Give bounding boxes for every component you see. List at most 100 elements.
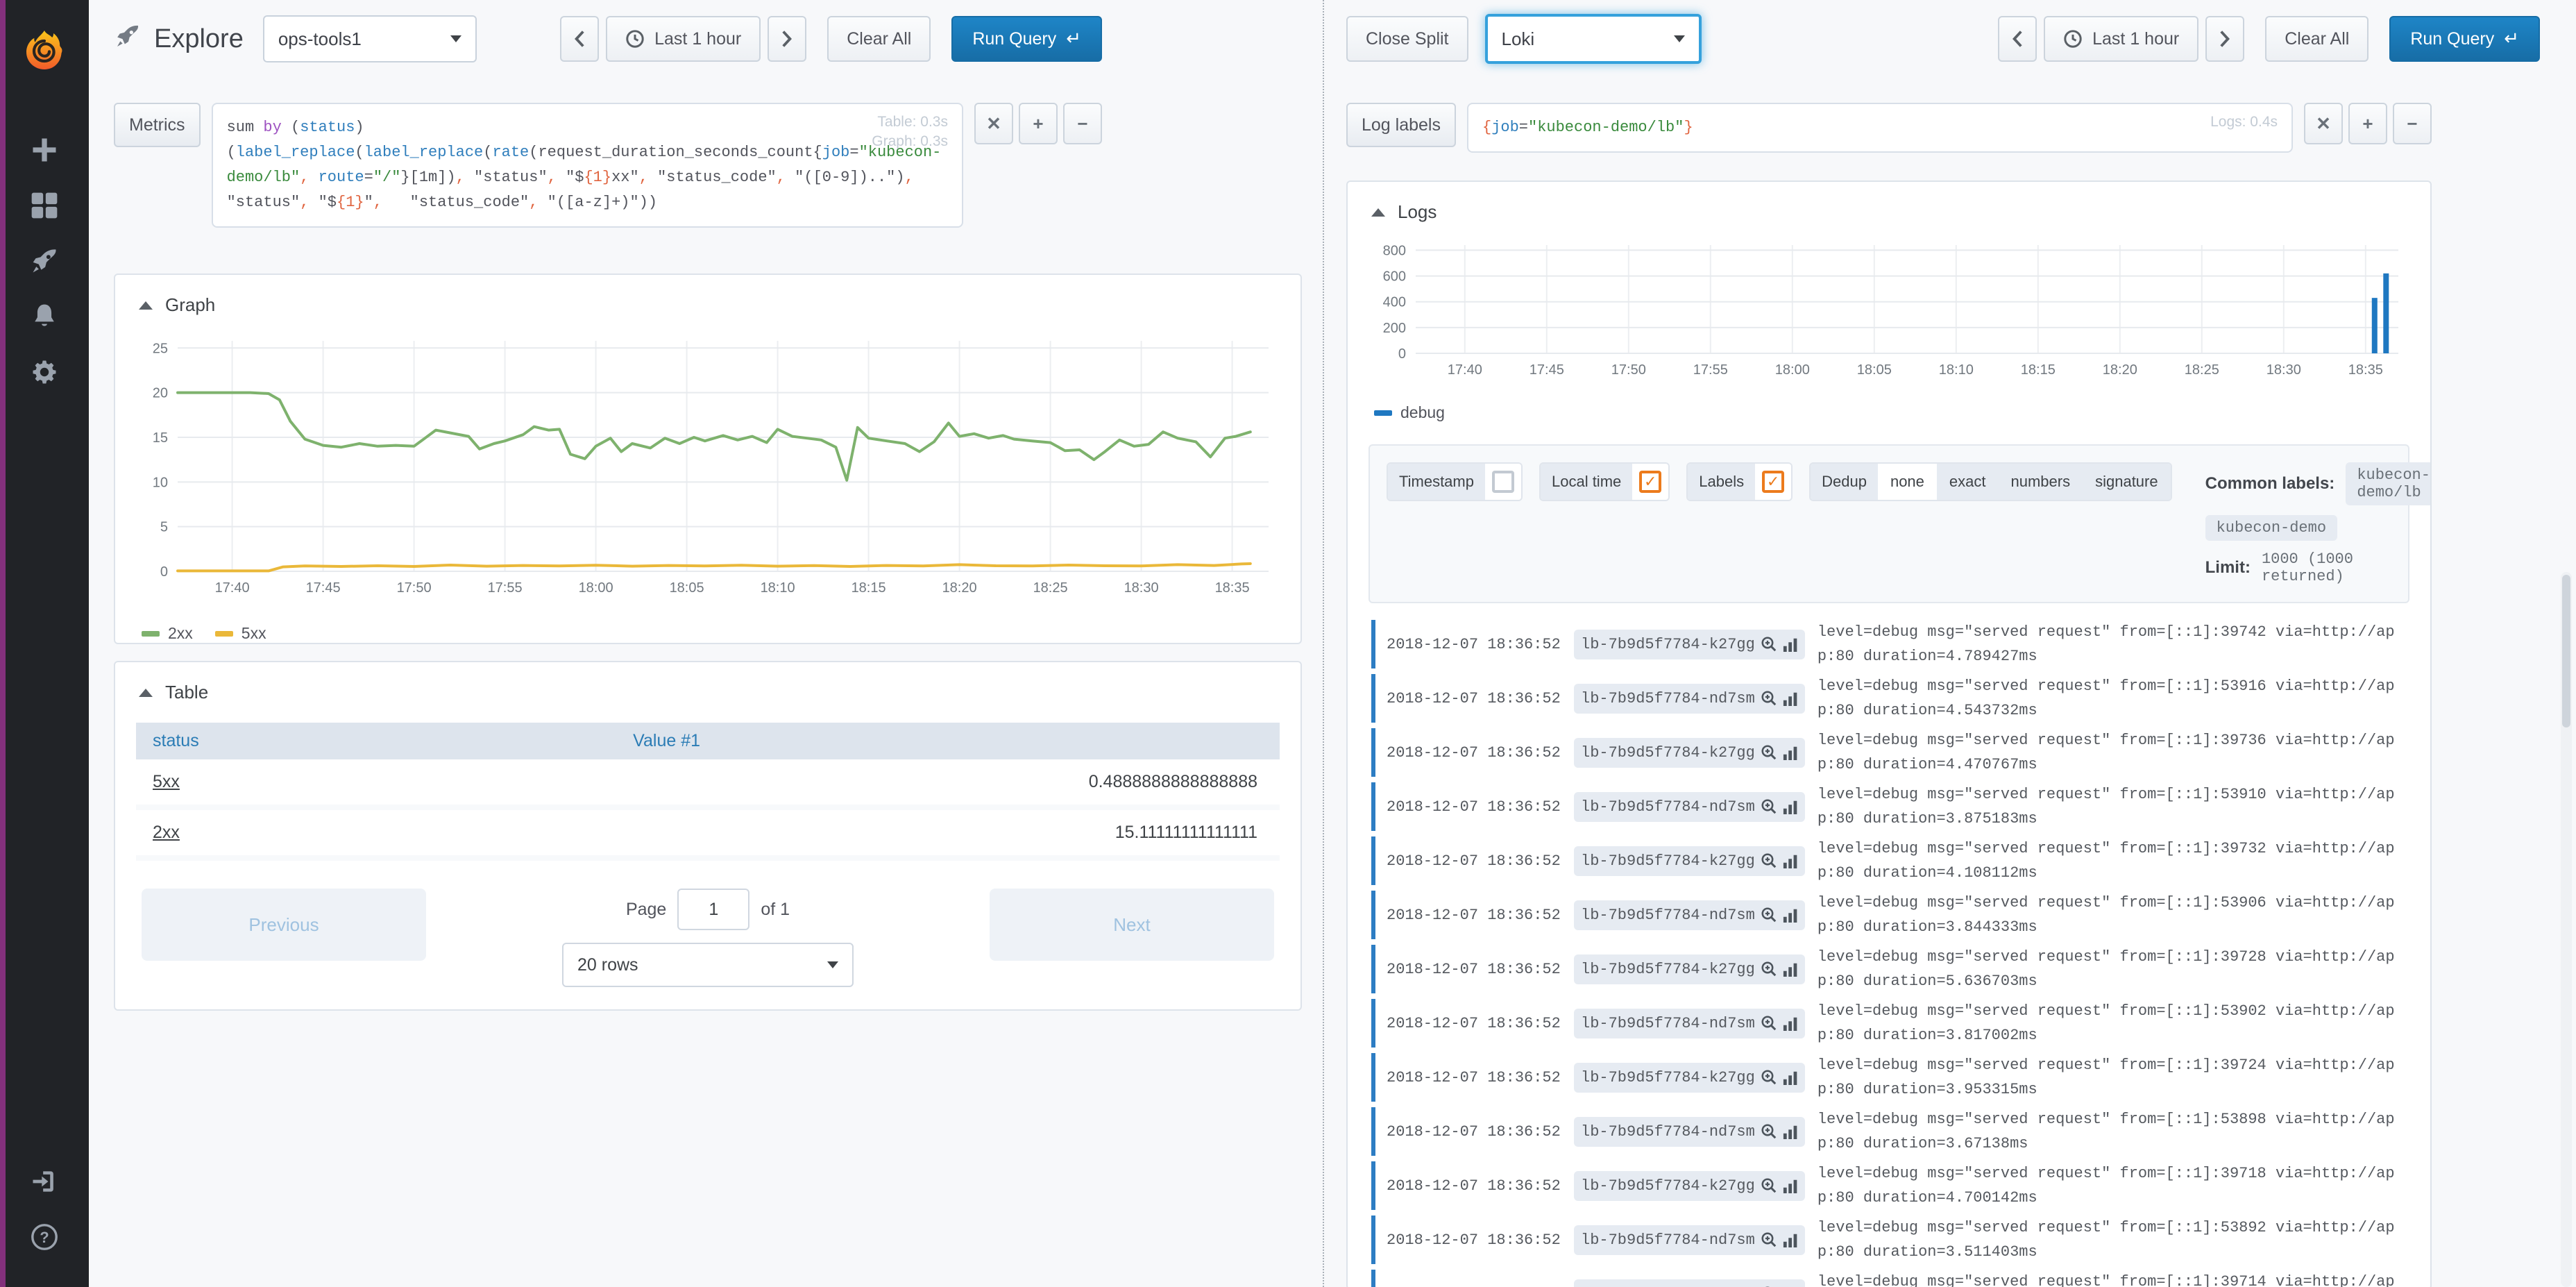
sidebar-item-create[interactable] (0, 125, 89, 180)
table-panel-header[interactable]: Table (136, 676, 1280, 717)
legend-item-debug[interactable]: debug (1374, 403, 1445, 422)
log-label-tag[interactable]: lb-7b9d5f7784-k27gg (1574, 630, 1805, 659)
add-query-button[interactable]: + (1019, 103, 1058, 144)
graph-panel-header[interactable]: Graph (136, 289, 1280, 330)
bar-chart-icon[interactable] (1783, 907, 1798, 923)
status-link[interactable]: 2xx (153, 823, 180, 842)
table-column-status[interactable]: status (136, 723, 616, 759)
bar-chart-icon[interactable] (1783, 1231, 1798, 1248)
bar-chart-icon[interactable] (1783, 1069, 1798, 1086)
zoom-in-icon[interactable] (1761, 907, 1777, 923)
logs-volume-chart[interactable]: 17:4017:4517:5017:5518:0018:0518:1018:15… (1368, 237, 2407, 387)
zoom-in-icon[interactable] (1761, 1177, 1777, 1194)
right-time-back-button[interactable] (1998, 16, 2037, 62)
zoom-in-icon[interactable] (1761, 636, 1777, 653)
legend-item-2xx[interactable]: 2xx (142, 624, 193, 643)
labels-toggle[interactable]: Labels ✓ (1686, 462, 1793, 501)
bar-chart-icon[interactable] (1783, 744, 1798, 761)
log-label-tag[interactable]: lb-7b9d5f7784-k27gg (1574, 1063, 1805, 1093)
dedup-option-numbers[interactable]: numbers (1999, 464, 2083, 500)
close-split-button[interactable]: Close Split (1346, 16, 1468, 62)
previous-page-button[interactable]: Previous (142, 889, 426, 961)
left-datasource-select[interactable]: ops-tools1 (263, 15, 477, 62)
log-label-tag[interactable]: lb-7b9d5f7784-nd7sm (1574, 1117, 1805, 1147)
zoom-in-icon[interactable] (1761, 744, 1777, 761)
dedup-option-exact[interactable]: exact (1937, 464, 1999, 500)
left-clear-all-button[interactable]: Clear All (827, 16, 931, 62)
log-label-tag[interactable]: lb-7b9d5f7784-nd7sm (1574, 684, 1805, 714)
bar-chart-icon[interactable] (1783, 961, 1798, 977)
next-page-button[interactable]: Next (990, 889, 1274, 961)
add-query-button[interactable]: + (2348, 103, 2387, 144)
log-label-tag[interactable]: lb-7b9d5f7784-k27gg (1574, 846, 1805, 876)
metrics-query-editor[interactable]: sum by (status)(label_replace(label_repl… (212, 103, 963, 228)
right-run-query-button[interactable]: Run Query ↵ (2389, 16, 2540, 62)
logs-panel-header[interactable]: Logs (1368, 196, 2409, 237)
logs-scrollbar[interactable] (2561, 572, 2572, 1287)
zoom-in-icon[interactable] (1761, 1069, 1777, 1086)
left-run-query-button[interactable]: Run Query ↵ (951, 16, 1102, 62)
sidebar-item-configuration[interactable] (0, 347, 89, 403)
table-column-value[interactable]: Value #1 (616, 723, 1280, 759)
bar-chart-icon[interactable] (1783, 1177, 1798, 1194)
dedup-option-none[interactable]: none (1878, 464, 1937, 500)
value-cell: 0.4888888888888888 (616, 759, 1280, 807)
remove-query-button[interactable]: ✕ (974, 103, 1013, 144)
right-timerange-button[interactable]: Last 1 hour (2044, 16, 2198, 62)
log-label-tag[interactable]: lb-7b9d5f7784-k27gg (1574, 954, 1805, 984)
bar-chart-icon[interactable] (1783, 798, 1798, 815)
zoom-in-icon[interactable] (1761, 1015, 1777, 1032)
log-label-tag[interactable]: lb-7b9d5f7784-nd7sm (1574, 900, 1805, 930)
right-clear-all-button[interactable]: Clear All (2265, 16, 2369, 62)
collapse-query-button[interactable]: − (1063, 103, 1102, 144)
log-label-tag[interactable]: lb-7b9d5f7784-k27gg (1574, 1279, 1805, 1287)
log-label-tag[interactable]: lb-7b9d5f7784-nd7sm (1574, 1225, 1805, 1255)
sidebar-item-help[interactable]: ? (0, 1212, 89, 1268)
log-labels-chip[interactable]: Log labels (1346, 103, 1456, 147)
log-message: level=debug msg="served request" from=[:… (1817, 1107, 2409, 1156)
remove-query-button[interactable]: ✕ (2304, 103, 2343, 144)
logs-scrollbar-thumb[interactable] (2562, 575, 2570, 727)
rows-per-page-select[interactable]: 20 rows (562, 943, 854, 987)
status-link[interactable]: 5xx (153, 772, 180, 791)
bar-chart-icon[interactable] (1783, 636, 1798, 653)
labels-checkbox[interactable]: ✓ (1762, 471, 1784, 493)
log-label-tag[interactable]: lb-7b9d5f7784-nd7sm (1574, 1009, 1805, 1038)
legend-item-5xx[interactable]: 5xx (215, 624, 266, 643)
local-time-checkbox[interactable]: ✓ (1639, 471, 1661, 493)
log-label-tag[interactable]: lb-7b9d5f7784-nd7sm (1574, 792, 1805, 822)
bar-chart-icon[interactable] (1783, 1015, 1798, 1032)
log-label-tag[interactable]: lb-7b9d5f7784-k27gg (1574, 738, 1805, 768)
zoom-in-icon[interactable] (1761, 798, 1777, 815)
page-number-input[interactable] (677, 889, 749, 930)
loki-query-editor[interactable]: {job="kubecon-demo/lb"} Logs: 0.4s (1467, 103, 2293, 153)
grafana-logo[interactable] (0, 11, 89, 89)
dedup-option-signature[interactable]: signature (2083, 464, 2171, 500)
metrics-query-type-chip[interactable]: Metrics (114, 103, 201, 147)
svg-text:800: 800 (1383, 243, 1406, 258)
left-time-back-button[interactable] (560, 16, 599, 62)
metrics-graph-chart[interactable]: 17:4017:4517:5017:5518:0018:0518:1018:15… (136, 330, 1274, 607)
sidebar-item-alerting[interactable] (0, 292, 89, 347)
sidebar-item-sign-in[interactable] (0, 1156, 89, 1212)
sidebar-item-explore[interactable] (0, 236, 89, 292)
zoom-in-icon[interactable] (1761, 1231, 1777, 1248)
bar-chart-icon[interactable] (1783, 690, 1798, 707)
bar-chart-icon[interactable] (1783, 1123, 1798, 1140)
log-label-tag[interactable]: lb-7b9d5f7784-k27gg (1574, 1171, 1805, 1201)
right-time-forward-button[interactable] (2205, 16, 2244, 62)
bar-chart-icon[interactable] (1783, 852, 1798, 869)
zoom-in-icon[interactable] (1761, 852, 1777, 869)
zoom-in-icon[interactable] (1761, 1123, 1777, 1140)
left-time-forward-button[interactable] (768, 16, 806, 62)
zoom-in-icon[interactable] (1761, 690, 1777, 707)
timestamp-checkbox[interactable] (1492, 471, 1514, 493)
timestamp-toggle[interactable]: Timestamp (1387, 462, 1523, 501)
left-timerange-button[interactable]: Last 1 hour (606, 16, 761, 62)
collapse-query-button[interactable]: − (2393, 103, 2432, 144)
right-datasource-select[interactable]: Loki (1485, 14, 1702, 64)
log-timestamp: 2018-12-07 18:36:52 (1387, 632, 1561, 657)
zoom-in-icon[interactable] (1761, 961, 1777, 977)
sidebar-item-dashboards[interactable] (0, 180, 89, 236)
local-time-toggle[interactable]: Local time ✓ (1539, 462, 1670, 501)
